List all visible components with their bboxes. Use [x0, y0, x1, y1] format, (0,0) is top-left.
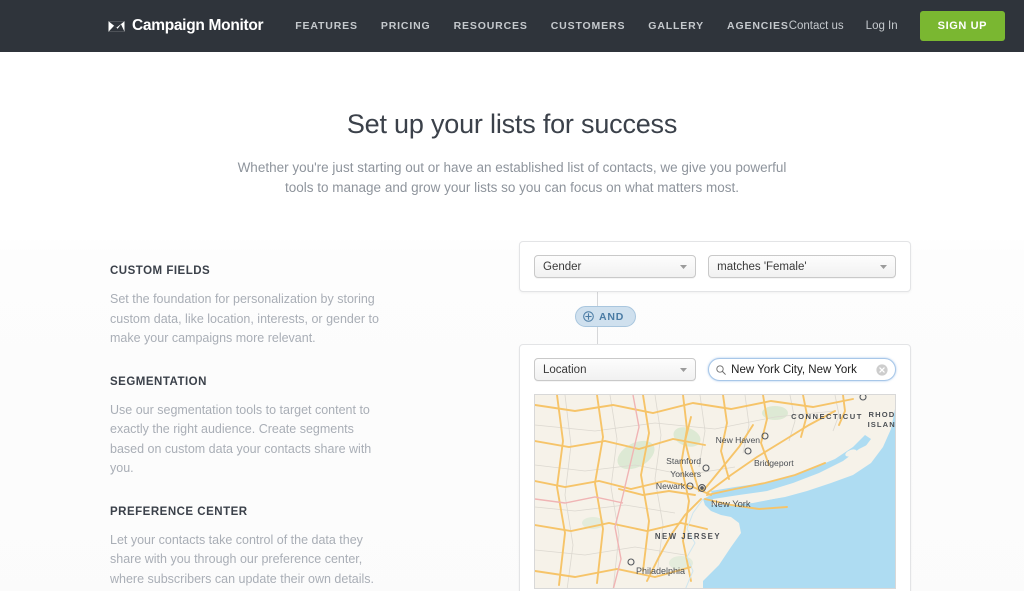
rule-operator-value: matches 'Female' [717, 260, 807, 273]
clear-circle-icon[interactable] [876, 363, 888, 376]
hero-section: Set up your lists for success Whether yo… [0, 52, 1024, 198]
page-title: Set up your lists for success [346, 109, 678, 139]
add-and-condition-button[interactable]: AND [575, 306, 637, 327]
map-city-label: New York [711, 498, 751, 509]
rule-field-select-gender[interactable]: Gender [534, 255, 697, 278]
feature-body: Let your contacts take control of the da… [110, 532, 375, 586]
chevron-down-icon [880, 264, 887, 269]
rule-connector: AND [519, 292, 911, 344]
map-city-label: Stamford [666, 456, 701, 466]
rule-field-value: Location [543, 363, 587, 376]
primary-nav-links: FEATURES PRICING RESOURCES CUSTOMERS GAL… [295, 20, 788, 32]
nav-item-features[interactable]: FEATURES [295, 20, 358, 32]
nav-item-customers[interactable]: CUSTOMERS [551, 20, 626, 32]
feature-title: PREFERENCE CENTER [110, 505, 248, 518]
feature-body: Use our segmentation tools to target con… [110, 402, 372, 476]
map-state-label: ISLAND [868, 420, 896, 429]
nav-item-resources[interactable]: RESOURCES [454, 20, 528, 32]
rule-card-location: Location New York City, New York CONNECT… [519, 344, 911, 591]
brand-name: Campaign Monitor [132, 17, 264, 34]
nav-item-pricing[interactable]: PRICING [381, 20, 431, 32]
map-city-label: Bridgeport [754, 458, 794, 468]
location-map[interactable]: CONNECTICUT RHODE ISLAND NEW JERSEY New … [534, 394, 896, 589]
secondary-nav: Contact us Log In SIGN UP [789, 11, 1006, 41]
magnifier-icon [716, 364, 726, 375]
page-subtitle: Whether you're just starting out or have… [237, 160, 787, 195]
rule-card-gender: Gender matches 'Female' [519, 241, 911, 292]
feature-segmentation: SEGMENTATION Use our segmentation tools … [110, 376, 380, 479]
rule-operator-select-gender[interactable]: matches 'Female' [708, 255, 896, 278]
feature-list: CUSTOM FIELDS Set the foundation for per… [110, 265, 380, 589]
feature-body: Set the foundation for personalization b… [110, 292, 379, 345]
envelope-mark-icon [108, 20, 125, 32]
nav-item-agencies[interactable]: AGENCIES [727, 20, 789, 32]
map-city-label: New Haven [716, 435, 761, 445]
location-search-input[interactable]: New York City, New York [708, 358, 896, 381]
map-state-label: NEW JERSEY [655, 532, 721, 541]
feature-title: SEGMENTATION [110, 375, 207, 388]
plus-circle-icon [583, 311, 594, 322]
nav-item-gallery[interactable]: GALLERY [648, 20, 704, 32]
log-in-link[interactable]: Log In [866, 20, 898, 32]
feature-preference-center: PREFERENCE CENTER Let your contacts take… [110, 506, 380, 590]
top-navigation-bar: Campaign Monitor FEATURES PRICING RESOUR… [0, 0, 1024, 52]
map-labels: CONNECTICUT RHODE ISLAND NEW JERSEY New … [636, 410, 896, 576]
rule-field-value: Gender [543, 260, 582, 273]
map-state-label: CONNECTICUT [791, 412, 863, 421]
map-city-label: Philadelphia [636, 566, 685, 576]
content-section: CUSTOM FIELDS Set the foundation for per… [0, 238, 1024, 591]
contact-us-link[interactable]: Contact us [789, 20, 844, 32]
map-city-label: Newark [656, 481, 686, 491]
feature-title: CUSTOM FIELDS [110, 265, 211, 277]
location-search-value: New York City, New York [731, 363, 857, 376]
brand-logo[interactable]: Campaign Monitor [108, 17, 264, 35]
feature-custom-fields: CUSTOM FIELDS Set the foundation for per… [110, 265, 380, 349]
map-state-label: RHODE [869, 410, 896, 419]
map-city-label: Yonkers [670, 469, 701, 479]
and-label: AND [599, 310, 625, 323]
chevron-down-icon [680, 264, 688, 269]
chevron-down-icon [680, 367, 688, 372]
rule-field-select-location[interactable]: Location [534, 358, 697, 381]
sign-up-button[interactable]: SIGN UP [919, 11, 1006, 41]
segment-rule-builder: Gender matches 'Female' AND Location New… [519, 241, 911, 591]
